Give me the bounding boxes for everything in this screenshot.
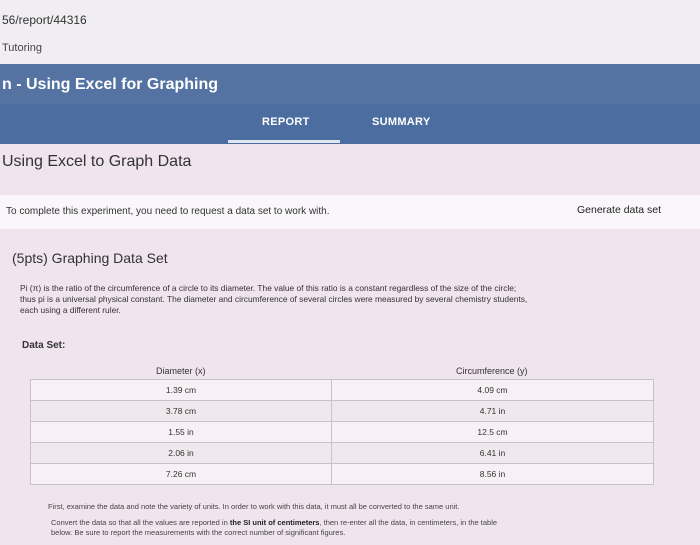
instructions-text: , then re-enter all the data, in centime… bbox=[319, 518, 498, 527]
instructions-paragraph: Pi (π) is the ratio of the circumference… bbox=[20, 283, 670, 316]
paragraph-line: each using a different ruler. bbox=[20, 305, 121, 315]
instructions-text: below. Be sure to report the measurement… bbox=[51, 528, 346, 537]
diameter-column-header: Diameter (x) bbox=[156, 366, 206, 376]
table-row: 7.26 cm 8.56 in bbox=[30, 463, 654, 485]
generate-data-set-button[interactable]: Generate data set bbox=[577, 204, 661, 216]
data-set-label: Data Set: bbox=[22, 340, 66, 351]
circumference-cell: 12.5 cm bbox=[331, 421, 654, 443]
page-banner: n - Using Excel for Graphing bbox=[0, 64, 700, 104]
diameter-cell: 7.26 cm bbox=[30, 463, 332, 485]
circumference-cell: 4.09 cm bbox=[331, 379, 654, 401]
paragraph-line: thus pi is a universal physical constant… bbox=[20, 294, 528, 304]
circumference-cell: 8.56 in bbox=[331, 463, 654, 485]
circumference-cell: 6.41 in bbox=[331, 442, 654, 464]
request-text: To complete this experiment, you need to… bbox=[6, 206, 330, 217]
diameter-cell: 3.78 cm bbox=[30, 400, 332, 422]
tab-bar: REPORT SUMMARY bbox=[0, 104, 700, 144]
table-row: 3.78 cm 4.71 in bbox=[30, 400, 654, 422]
diameter-cell: 1.39 cm bbox=[30, 379, 332, 401]
site-subtitle: Tutoring bbox=[2, 42, 42, 54]
table-row: 1.55 in 12.5 cm bbox=[30, 421, 654, 443]
diameter-cell: 1.55 in bbox=[30, 421, 332, 443]
circumference-cell: 4.71 in bbox=[331, 400, 654, 422]
data-table: 1.39 cm 4.09 cm 3.78 cm 4.71 in 1.55 in … bbox=[30, 379, 654, 485]
table-row: 1.39 cm 4.09 cm bbox=[30, 379, 654, 401]
tab-report[interactable]: REPORT bbox=[262, 116, 310, 128]
graphing-section-title: (5pts) Graphing Data Set bbox=[12, 250, 168, 266]
active-tab-indicator bbox=[228, 140, 340, 143]
instructions-text: Convert the data so that all the values … bbox=[51, 518, 230, 527]
diameter-cell: 2.06 in bbox=[30, 442, 332, 464]
tab-summary[interactable]: SUMMARY bbox=[372, 116, 431, 128]
browser-topbar: 56/report/44316 Tutoring bbox=[0, 0, 700, 64]
circumference-column-header: Circumference (y) bbox=[456, 366, 528, 376]
conversion-instructions: Convert the data so that all the values … bbox=[51, 518, 651, 538]
paragraph-line: Pi (π) is the ratio of the circumference… bbox=[20, 283, 517, 293]
unit-note: First, examine the data and note the var… bbox=[48, 502, 460, 511]
table-row: 2.06 in 6.41 in bbox=[30, 442, 654, 464]
si-unit-emphasis: the SI unit of centimeters bbox=[229, 518, 320, 527]
section-heading: Using Excel to Graph Data bbox=[2, 153, 192, 170]
request-row: To complete this experiment, you need to… bbox=[0, 195, 700, 229]
url-text[interactable]: 56/report/44316 bbox=[2, 13, 87, 27]
page-title: n - Using Excel for Graphing bbox=[2, 76, 219, 93]
